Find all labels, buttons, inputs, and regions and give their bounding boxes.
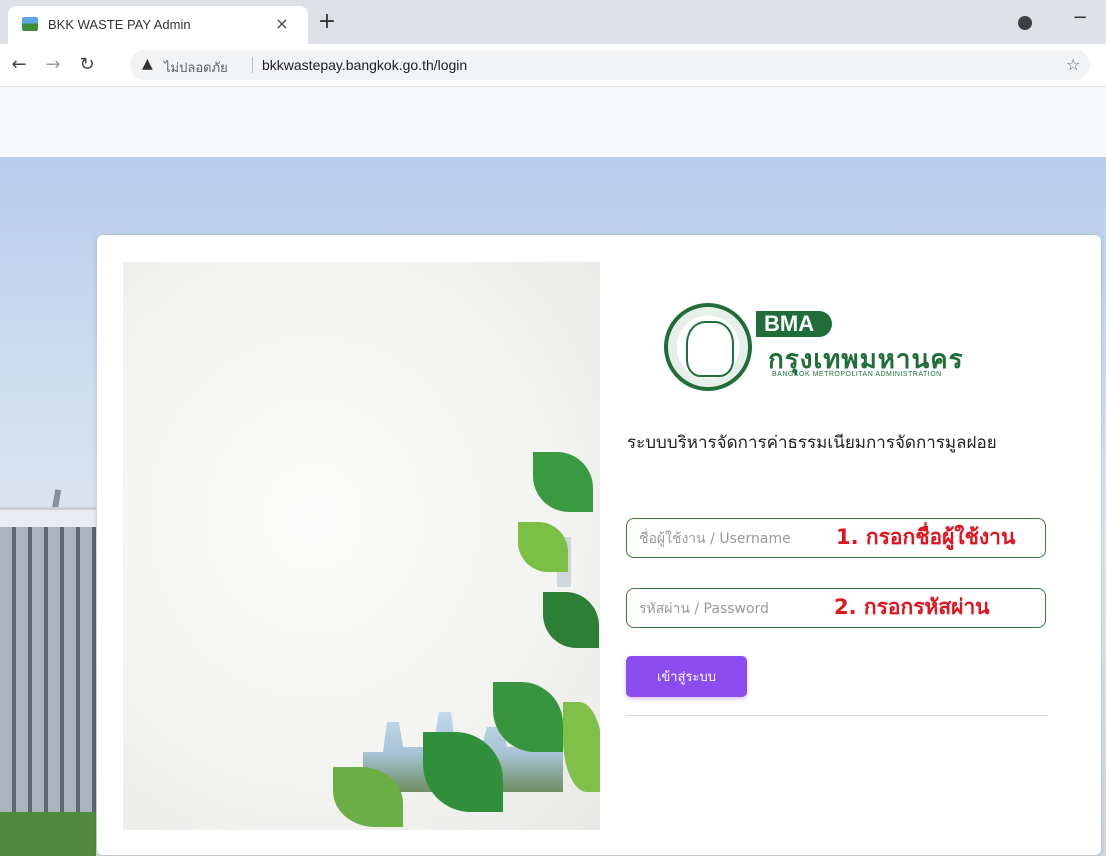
system-title: ระบบบริหารจัดการค่าธรรมเนียมการจัดการมูล… xyxy=(627,433,997,453)
logo-english-name: BANGKOK METROPOLITAN ADMINISTRATION xyxy=(772,371,942,378)
close-tab-icon[interactable]: × xyxy=(272,14,292,34)
leaf-decoration xyxy=(543,592,599,648)
minimize-icon[interactable]: − xyxy=(1070,8,1090,28)
browser-toolbar: ← → ↻ ▲ ไม่ปลอดภัย bkkwastepay.bangkok.g… xyxy=(0,44,1106,87)
page-header-band xyxy=(0,87,1106,157)
address-separator xyxy=(252,57,253,73)
seal-emblem xyxy=(686,321,734,377)
hero-image xyxy=(123,262,600,830)
leaf-decoration xyxy=(563,702,600,792)
annotation-step-1: 1. กรอกชื่อผู้ใช้งาน xyxy=(836,525,1016,549)
reload-icon[interactable]: ↻ xyxy=(74,52,100,78)
background-grass xyxy=(0,812,96,856)
forward-arrow-icon[interactable]: → xyxy=(40,52,66,78)
browser-tabstrip: BKK WASTE PAY Admin × + − xyxy=(0,0,1106,44)
password-input[interactable] xyxy=(637,597,841,621)
address-bar[interactable]: ▲ ไม่ปลอดภัย bkkwastepay.bangkok.go.th/l… xyxy=(130,50,1090,80)
leaf-decoration xyxy=(533,452,593,512)
favicon-icon xyxy=(22,17,38,31)
annotation-step-2: 2. กรอกรหัสผ่าน xyxy=(834,595,990,619)
bma-seal-icon xyxy=(664,303,752,391)
logo-abbr: BMA xyxy=(756,311,833,337)
login-card: BMA กรุงเทพมหานคร BANGKOK METROPOLITAN A… xyxy=(97,235,1101,855)
bookmark-star-icon[interactable]: ☆ xyxy=(1066,55,1080,74)
leaf-decoration xyxy=(518,522,568,572)
warning-icon[interactable]: ▲ xyxy=(142,56,153,72)
bma-logo: BMA กรุงเทพมหานคร BANGKOK METROPOLITAN A… xyxy=(664,303,994,393)
back-arrow-icon[interactable]: ← xyxy=(6,52,32,78)
username-field[interactable]: 1. กรอกชื่อผู้ใช้งาน xyxy=(626,518,1046,558)
new-tab-icon[interactable]: + xyxy=(314,10,340,36)
tab-title: BKK WASTE PAY Admin xyxy=(48,17,191,32)
browser-tab[interactable]: BKK WASTE PAY Admin × xyxy=(8,6,308,44)
form-divider xyxy=(626,715,1048,716)
profile-icon[interactable] xyxy=(1018,16,1032,30)
password-field[interactable]: 2. กรอกรหัสผ่าน xyxy=(626,588,1046,628)
insecure-label[interactable]: ไม่ปลอดภัย xyxy=(164,57,228,78)
username-input[interactable] xyxy=(637,527,841,551)
background-building xyxy=(0,527,96,827)
login-button[interactable]: เข้าสู่ระบบ xyxy=(626,656,747,697)
url-text[interactable]: bkkwastepay.bangkok.go.th/login xyxy=(262,57,467,73)
